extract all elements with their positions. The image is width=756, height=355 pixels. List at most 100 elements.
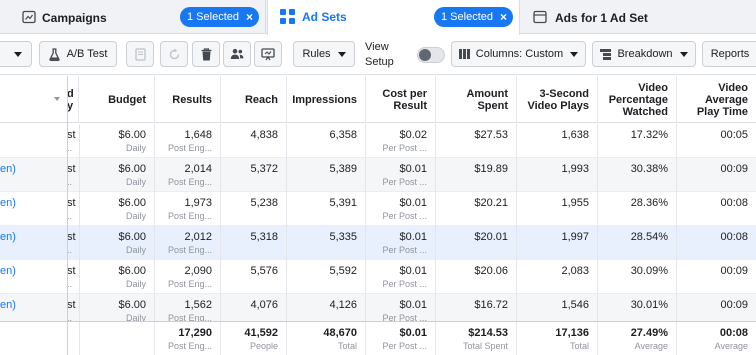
tab-ad-sets[interactable]: Ad Sets 1 Selected × (267, 0, 520, 35)
cpr-cell: $0.01 Per Post ... (366, 260, 436, 294)
row-name-cell[interactable]: en) (0, 158, 67, 192)
delete-button[interactable] (192, 41, 220, 67)
spent-value: $27.53 (474, 129, 508, 141)
column-header-budget[interactable]: Budget (80, 76, 155, 123)
reach-cell: 5,318 (221, 226, 287, 260)
table-row[interactable]: en) st.. $6.00 Daily 2,090 Post Eng... 5,5… (0, 260, 756, 294)
column-header-name[interactable] (0, 76, 67, 123)
spent-value: $20.21 (474, 197, 508, 209)
plays-cell: 1,955 (517, 192, 598, 226)
row-name[interactable]: en) (0, 231, 16, 243)
column-header-3-second-plays[interactable]: 3-Second Video Plays (517, 76, 598, 123)
audience-button[interactable] (223, 41, 251, 67)
reports-button[interactable]: Reports (702, 41, 756, 67)
row-name[interactable]: en) (0, 299, 16, 311)
table-row[interactable]: st.. $6.00 Daily 1,648 Post Eng... 4,838 6… (0, 124, 756, 158)
results-cell: 1,973 Post Eng... (155, 192, 221, 226)
campaigns-selected-pill[interactable]: 1 Selected × (180, 7, 259, 27)
header-text: Play Time (696, 105, 748, 118)
header-text: Results (172, 93, 212, 106)
chevron-down-icon (570, 51, 579, 57)
chevron-down-icon (14, 51, 22, 57)
cpr-sub: Per Post ... (382, 143, 427, 153)
budget-value: $6.00 (118, 299, 146, 311)
folder-icon (22, 10, 36, 24)
partial-cell: st.. (67, 260, 80, 294)
results-value: 2,090 (184, 265, 212, 277)
column-header-video-average-play[interactable]: Video Average Play Time (677, 76, 756, 123)
columns-icon (458, 49, 470, 59)
columns-button[interactable]: Columns: Custom (451, 41, 586, 67)
impressions-value: 5,391 (329, 197, 357, 209)
toolbar: A/B Test Rules View Setup Columns: Custo… (0, 35, 756, 75)
table-row[interactable]: en) st.. $6.00 Daily 2,012 Post Eng... 5,3… (0, 226, 756, 260)
row-name-cell[interactable]: en) (0, 226, 67, 260)
column-header-impressions[interactable]: Impressions (287, 76, 366, 123)
tab-campaigns[interactable]: Campaigns 1 Selected × (0, 0, 266, 34)
header-text: 3-Second (539, 87, 589, 100)
row-name-cell[interactable] (0, 124, 67, 158)
table-header: dy Budget Results Reach Impressions Cost… (0, 76, 756, 123)
column-header-results[interactable]: Results (155, 76, 221, 123)
partial-value: st (67, 129, 76, 141)
budget-cell: $6.00 Daily (80, 158, 155, 192)
chevron-down-icon (679, 51, 688, 57)
table-row[interactable]: en) st.. $6.00 Daily 2,014 Post Eng... 5,3… (0, 158, 756, 192)
reach-cell: 5,372 (221, 158, 287, 192)
frozen-column-divider (67, 76, 68, 355)
partial-cell: st.. (67, 192, 80, 226)
totals-impressions-cell: 48,670 Total (287, 322, 366, 355)
pct-value: 28.54% (630, 231, 668, 243)
flask-icon (48, 47, 60, 61)
column-header-video-percentage[interactable]: Video Percentage Watched (598, 76, 677, 123)
breakdown-button[interactable]: Breakdown (592, 41, 696, 67)
totals-plays-sub: Total (569, 341, 589, 351)
create-dropdown-button[interactable] (0, 41, 32, 67)
spent-cell: $20.01 (436, 226, 517, 260)
view-setup-toggle[interactable] (417, 47, 445, 63)
preview-icon (261, 47, 275, 61)
pct-value: 30.01% (630, 299, 668, 311)
totals-plays-value: 17,136 (555, 327, 589, 339)
rules-button[interactable]: Rules (293, 41, 355, 67)
pct-cell: 30.09% (598, 260, 677, 294)
row-name[interactable]: en) (0, 197, 16, 209)
close-icon[interactable]: × (246, 10, 253, 24)
preview-button[interactable] (254, 41, 282, 67)
partial-cell: st.. (67, 226, 80, 260)
results-value: 1,973 (184, 197, 212, 209)
row-name-cell[interactable]: en) (0, 260, 67, 294)
row-name[interactable]: en) (0, 163, 16, 175)
column-header-reach[interactable]: Reach (221, 76, 287, 123)
reports-label: Reports (710, 48, 750, 60)
impressions-value: 6,358 (329, 129, 357, 141)
column-header-cost-per-result[interactable]: Cost per Result (366, 76, 436, 123)
budget-sub: Daily (125, 279, 146, 289)
ab-test-button[interactable]: A/B Test (39, 41, 117, 67)
spent-value: $16.72 (474, 299, 508, 311)
row-name[interactable]: en) (0, 265, 16, 277)
cpr-cell: $0.01 Per Post ... (366, 226, 436, 260)
column-header-partial[interactable]: dy (67, 76, 79, 123)
tab-ad-sets-label: Ad Sets (302, 10, 347, 24)
row-name-cell[interactable]: en) (0, 192, 67, 226)
cpr-value: $0.02 (399, 129, 427, 141)
totals-pct-sub: Average (634, 341, 668, 351)
column-header-amount-spent[interactable]: Amount Spent (436, 76, 517, 123)
totals-results-cell: 17,290 Post Eng... (155, 322, 221, 355)
header-text: Reach (244, 93, 278, 106)
refresh-button[interactable] (160, 41, 188, 67)
results-sub: Post Eng... (167, 245, 212, 255)
reach-value: 4,076 (250, 299, 278, 311)
totals-pct-value: 27.49% (630, 327, 668, 339)
partial-value: st (67, 163, 76, 175)
adsets-selected-pill[interactable]: 1 Selected × (434, 7, 513, 27)
tab-ads[interactable]: Ads for 1 Ad Set (521, 0, 756, 34)
table-row[interactable]: en) st.. $6.00 Daily 1,973 Post Eng... 5,2… (0, 192, 756, 226)
totals-avg-value: 00:08 (719, 327, 748, 339)
duplicate-button[interactable] (126, 41, 154, 67)
pct-cell: 17.32% (598, 124, 677, 158)
totals-reach-value: 41,592 (244, 327, 278, 339)
close-icon[interactable]: × (500, 10, 507, 24)
cpr-cell: $0.02 Per Post ... (366, 124, 436, 158)
